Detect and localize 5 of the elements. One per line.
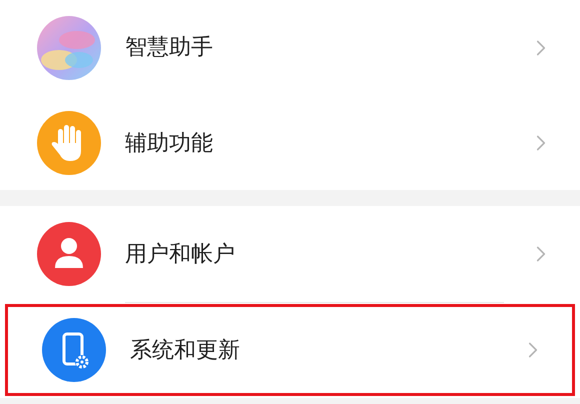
user-icon xyxy=(37,222,101,286)
settings-item[interactable]: 系统和更新 xyxy=(5,304,575,396)
gradient-orb-icon xyxy=(37,16,101,80)
hand-icon xyxy=(37,110,101,174)
phone-gear-icon xyxy=(42,318,106,382)
